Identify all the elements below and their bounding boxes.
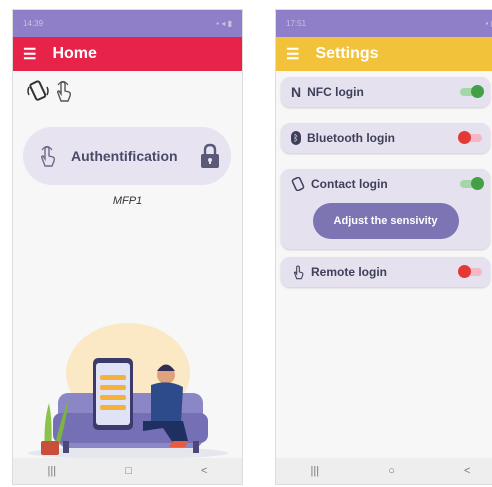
remote-icon [293,265,304,280]
bluetooth-login-card: ᛒ Bluetooth login [281,123,490,153]
nfc-icon: N [291,84,302,100]
mode-icons [27,79,73,103]
nfc-login-card: N NFC login [281,77,490,107]
adjust-sensitivity-button[interactable]: Adjust the sensivity [312,203,459,239]
settings-screen: 17:51 ▪ ▮ ☰ Settings N NFC login ᛒ Bluet… [275,9,492,485]
authentication-label: Authentification [71,148,178,164]
settings-content: N NFC login ᛒ Bluetooth login Contact lo… [276,71,492,458]
bluetooth-icon: ᛒ [291,131,301,145]
device-name: MFP1 [112,195,143,207]
page-title: Home [52,45,97,62]
lock-icon [201,143,219,168]
status-time: 14:39 [23,19,44,28]
menu-icon[interactable]: ☰ [23,47,36,62]
back-button[interactable]: < [464,465,470,477]
back-button[interactable]: < [201,465,207,477]
contact-icon [291,177,305,191]
home-nav-button[interactable]: □ [125,465,132,477]
status-icons: ▪ ◂ ▮ [216,19,232,28]
status-icons: ▪ ▮ [485,19,492,28]
bluetooth-login-toggle[interactable] [458,131,482,144]
page-title: Settings [315,45,379,62]
menu-icon[interactable]: ☰ [286,47,299,62]
status-bar: 14:39 ▪ ◂ ▮ [13,10,242,37]
nfc-login-toggle[interactable] [460,85,484,98]
android-nav-bar: ||| □ < [13,458,242,484]
recents-button[interactable]: ||| [48,465,57,477]
fingerprint-icon [40,145,56,167]
remote-login-card: Remote login [281,257,490,287]
sofa-illustration [28,323,228,459]
home-content: Authentification MFP1 [13,71,242,459]
contact-login-label: Contact login [311,177,388,191]
nfc-login-label: NFC login [307,85,364,99]
recents-button[interactable]: ||| [311,465,320,477]
touch-icon[interactable] [53,79,73,103]
home-app-bar: ☰ Home [13,37,242,71]
status-bar: 17:51 ▪ ▮ [276,10,492,37]
contact-login-toggle[interactable] [460,177,484,190]
bluetooth-login-label: Bluetooth login [307,131,395,145]
home-nav-button[interactable]: ○ [388,465,395,477]
status-time: 17:51 [286,19,307,28]
authentication-button[interactable]: Authentification [23,127,231,185]
remote-login-toggle[interactable] [458,265,482,278]
nfc-phone-icon[interactable] [27,79,49,103]
settings-app-bar: ☰ Settings [276,37,492,71]
android-nav-bar: ||| ○ < [276,458,492,484]
contact-login-card: Contact login Adjust the sensivity [281,169,490,249]
home-screen: 14:39 ▪ ◂ ▮ ☰ Home Authentification MFP1… [12,9,243,485]
remote-login-label: Remote login [311,265,388,279]
